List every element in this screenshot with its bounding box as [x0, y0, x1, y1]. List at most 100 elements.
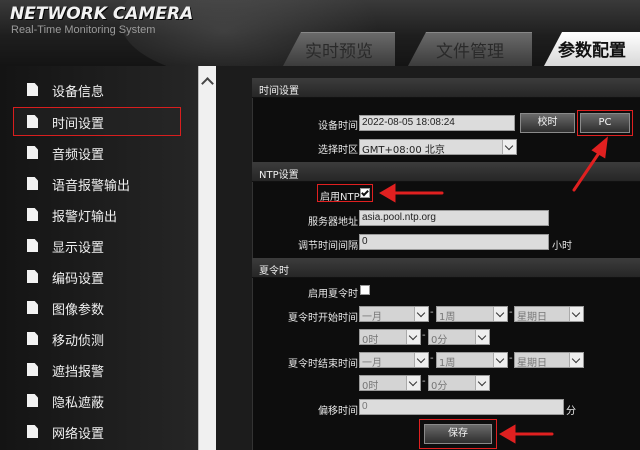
document-icon: [27, 394, 38, 407]
select-value: 星期日: [517, 358, 547, 368]
dst-start-minute-select[interactable]: 0分: [428, 329, 490, 345]
sidebar-item-encoding[interactable]: 编码设置: [14, 263, 180, 290]
ntp-interval-unit: 小时: [552, 241, 572, 252]
select-value: 0分: [431, 381, 448, 391]
sidebar: 设备信息 时间设置 音频设置 语音报警输出 报警灯输出 显示设置 编码设置 图像…: [0, 66, 200, 450]
enable-ntp-label: 启用NTP: [320, 192, 360, 203]
separator: -: [430, 353, 434, 364]
select-value: 0时: [362, 335, 379, 345]
dst-end-week-select[interactable]: 1周: [436, 352, 508, 368]
dst-end-weekday-select[interactable]: 星期日: [514, 352, 584, 368]
sidebar-item-device-info[interactable]: 设备信息: [14, 76, 180, 103]
select-value: 一月: [362, 312, 382, 322]
sidebar-item-label: 音频设置: [52, 148, 105, 163]
timezone-value: GMT+08:00 北京: [362, 145, 445, 155]
dst-end-minute-select[interactable]: 0分: [428, 375, 490, 391]
chevron-down-icon: [569, 353, 583, 367]
document-icon: [27, 239, 38, 252]
dst-start-label: 夏令时开始时间: [288, 313, 358, 324]
dst-end-hour-select[interactable]: 0时: [359, 375, 421, 391]
sidebar-item-label: 报警灯输出: [52, 210, 118, 225]
brand-title: NETWORK CAMERA: [10, 4, 194, 24]
enable-ntp-checkbox[interactable]: [360, 188, 370, 198]
checkmark-icon: [361, 188, 369, 197]
sidebar-item-label: 编码设置: [52, 272, 105, 287]
sidebar-item-time-settings[interactable]: 时间设置: [13, 107, 181, 136]
separator: -: [430, 307, 434, 318]
chevron-down-icon: [406, 330, 420, 344]
document-icon: [27, 301, 38, 314]
document-icon: [27, 332, 38, 345]
separator: -: [509, 307, 513, 318]
dst-start-hour-select[interactable]: 0时: [359, 329, 421, 345]
chevron-down-icon: [475, 376, 489, 390]
dst-offset-label: 偏移时间: [318, 406, 358, 417]
chevron-down-icon: [569, 307, 583, 321]
sidebar-item-label: 设备信息: [52, 85, 105, 100]
section-title: NTP设置: [259, 170, 299, 181]
section-header-ntp: NTP设置: [252, 162, 640, 182]
chevron-down-icon: [414, 307, 428, 321]
chevron-down-icon: [475, 330, 489, 344]
dst-start-weekday-select[interactable]: 星期日: [514, 306, 584, 322]
dst-start-month-select[interactable]: 一月: [359, 306, 429, 322]
highlight-box-save: [419, 419, 497, 449]
ntp-server-label: 服务器地址: [308, 217, 358, 228]
sidebar-scrollbar[interactable]: [198, 66, 216, 450]
chevron-down-icon: [406, 376, 420, 390]
sidebar-item-image-params[interactable]: 图像参数: [14, 294, 180, 321]
select-value: 1周: [439, 312, 456, 322]
timezone-select[interactable]: GMT+08:00 北京: [359, 139, 517, 155]
sidebar-item-display[interactable]: 显示设置: [14, 232, 180, 259]
tab-label: 文件管理: [436, 42, 504, 62]
section-header-dst: 夏令时: [252, 258, 640, 278]
tab-live-preview[interactable]: 实时预览: [283, 32, 395, 66]
timezone-label: 选择时区: [318, 145, 358, 156]
tab-file-management[interactable]: 文件管理: [408, 32, 532, 66]
dst-start-week-select[interactable]: 1周: [436, 306, 508, 322]
enable-dst-checkbox[interactable]: [360, 285, 370, 295]
sidebar-item-alarm-light[interactable]: 报警灯输出: [14, 201, 180, 228]
sidebar-item-label: 隐私遮蔽: [52, 396, 105, 411]
chevron-down-icon: [414, 353, 428, 367]
tab-label: 参数配置: [558, 41, 626, 61]
scroll-up-icon[interactable]: [199, 74, 217, 90]
highlight-box-pc: [577, 110, 633, 136]
chevron-down-icon: [502, 140, 516, 154]
sidebar-item-motion-detection[interactable]: 移动侦测: [14, 325, 180, 352]
section-header-time: 时间设置: [252, 78, 640, 98]
sidebar-item-label: 图像参数: [52, 303, 105, 318]
sidebar-item-tamper-alarm[interactable]: 遮挡报警: [14, 356, 180, 383]
dst-offset-field[interactable]: 0: [359, 399, 564, 415]
sidebar-item-label: 显示设置: [52, 241, 105, 256]
section-title: 时间设置: [259, 86, 299, 97]
sidebar-item-label: 遮挡报警: [52, 365, 105, 380]
document-icon: [27, 146, 38, 159]
tab-parameter-config[interactable]: 参数配置: [544, 32, 640, 66]
document-icon: [27, 83, 38, 96]
sidebar-item-voice-alarm[interactable]: 语音报警输出: [14, 170, 180, 197]
sidebar-item-label: 网络设置: [52, 427, 105, 442]
select-value: 0时: [362, 381, 379, 391]
tab-label: 实时预览: [305, 42, 373, 62]
select-value: 星期日: [517, 312, 547, 322]
sidebar-item-audio[interactable]: 音频设置: [14, 139, 180, 166]
document-icon: [27, 177, 38, 190]
chevron-down-icon: [493, 307, 507, 321]
sidebar-item-privacy-mask[interactable]: 隐私遮蔽: [14, 387, 180, 414]
ntp-server-field[interactable]: asia.pool.ntp.org: [359, 210, 549, 226]
app-header: NETWORK CAMERA Real-Time Monitoring Syst…: [0, 0, 640, 66]
brand-subtitle: Real-Time Monitoring System: [11, 24, 156, 36]
calibrate-button[interactable]: 校时: [520, 113, 575, 133]
sidebar-item-label: 语音报警输出: [52, 179, 131, 194]
sidebar-item-network[interactable]: 网络设置: [14, 418, 180, 445]
document-icon: [27, 115, 38, 128]
separator: -: [509, 353, 513, 364]
chevron-down-icon: [493, 353, 507, 367]
ntp-interval-field[interactable]: 0: [359, 234, 549, 250]
dst-end-month-select[interactable]: 一月: [359, 352, 429, 368]
ntp-interval-label: 调节时间间隔: [298, 241, 358, 252]
select-value: 一月: [362, 358, 382, 368]
separator: -: [422, 376, 426, 387]
device-time-field[interactable]: 2022-08-05 18:08:24: [359, 115, 515, 131]
